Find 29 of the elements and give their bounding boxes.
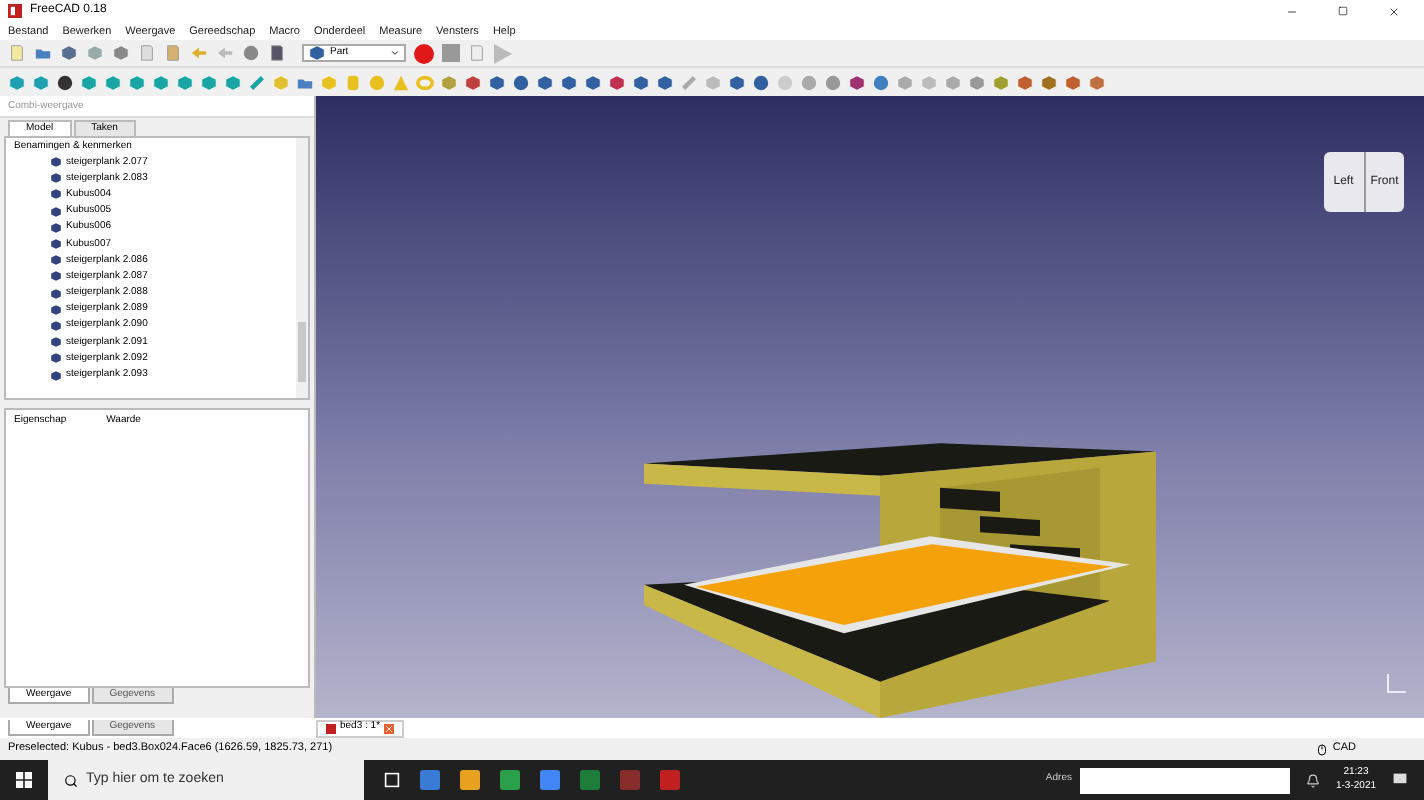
bar-icon[interactable]	[680, 73, 698, 91]
close-icon[interactable]	[1388, 5, 1400, 17]
task-view-icon[interactable]	[384, 772, 400, 788]
folder-icon[interactable]	[296, 73, 314, 91]
axis-icon	[1384, 674, 1408, 694]
page-icon[interactable]	[268, 44, 286, 62]
search-icon	[64, 773, 78, 787]
address-field[interactable]	[1079, 767, 1290, 793]
mouse-icon	[1316, 743, 1329, 755]
scrollbar-thumb[interactable]	[298, 322, 306, 382]
caret-icon	[390, 48, 400, 58]
bell-icon[interactable]	[1305, 773, 1320, 787]
circle-icon[interactable]	[56, 73, 74, 91]
cylinder-icon[interactable]	[344, 73, 362, 91]
bar-icon[interactable]	[248, 73, 266, 91]
play-icon[interactable]	[494, 43, 512, 63]
maximize-icon[interactable]	[1338, 6, 1348, 16]
cone-icon[interactable]	[392, 73, 410, 91]
notification-icon[interactable]	[1392, 772, 1408, 788]
scrollbar[interactable]	[296, 138, 308, 398]
sphere-icon[interactable]	[512, 73, 530, 91]
app-logo-icon	[326, 723, 336, 733]
minimize-icon[interactable]	[1286, 5, 1298, 17]
record-icon[interactable]	[414, 43, 434, 63]
windows-logo-icon[interactable]	[16, 772, 32, 788]
folder-icon[interactable]	[34, 44, 52, 62]
sphere-icon[interactable]	[872, 73, 890, 91]
ring-icon[interactable]	[416, 73, 434, 91]
cube-icon[interactable]	[848, 73, 866, 91]
